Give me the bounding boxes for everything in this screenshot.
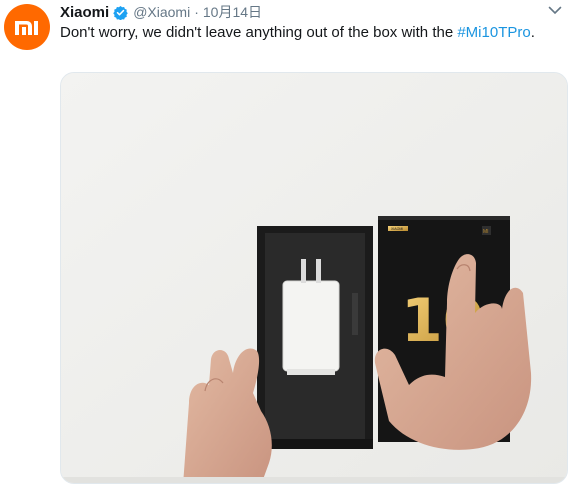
tweet-text-body: Don't worry, we didn't leave anything ou… [60, 24, 458, 41]
box-corner-mark: MI [483, 229, 489, 235]
box-label-text: XIAOMI [391, 227, 403, 231]
tweet: Xiaomi @Xiaomi · 10月14日 Don't worry, we … [0, 0, 578, 484]
avatar[interactable] [4, 4, 50, 50]
open-box-image [257, 226, 373, 449]
verified-badge-icon [113, 5, 128, 20]
chevron-down-icon [548, 6, 562, 14]
author-handle[interactable]: @Xiaomi [133, 4, 190, 20]
hashtag-link[interactable]: #Mi10TPro [457, 24, 530, 41]
separator-dot: · [194, 4, 199, 20]
tweet-menu-button[interactable] [546, 3, 564, 17]
tweet-text: Don't worry, we didn't leave anything ou… [60, 23, 560, 43]
tweet-text-end: . [530, 24, 535, 41]
mi-logo-icon [15, 21, 38, 35]
author-name[interactable]: Xiaomi [60, 4, 109, 21]
tweet-media-video[interactable]: XIAOMI MI 10 [60, 72, 568, 484]
tweet-header: Xiaomi @Xiaomi · 10月14日 [60, 3, 262, 21]
timestamp-link[interactable]: 10月14日 [203, 2, 262, 22]
